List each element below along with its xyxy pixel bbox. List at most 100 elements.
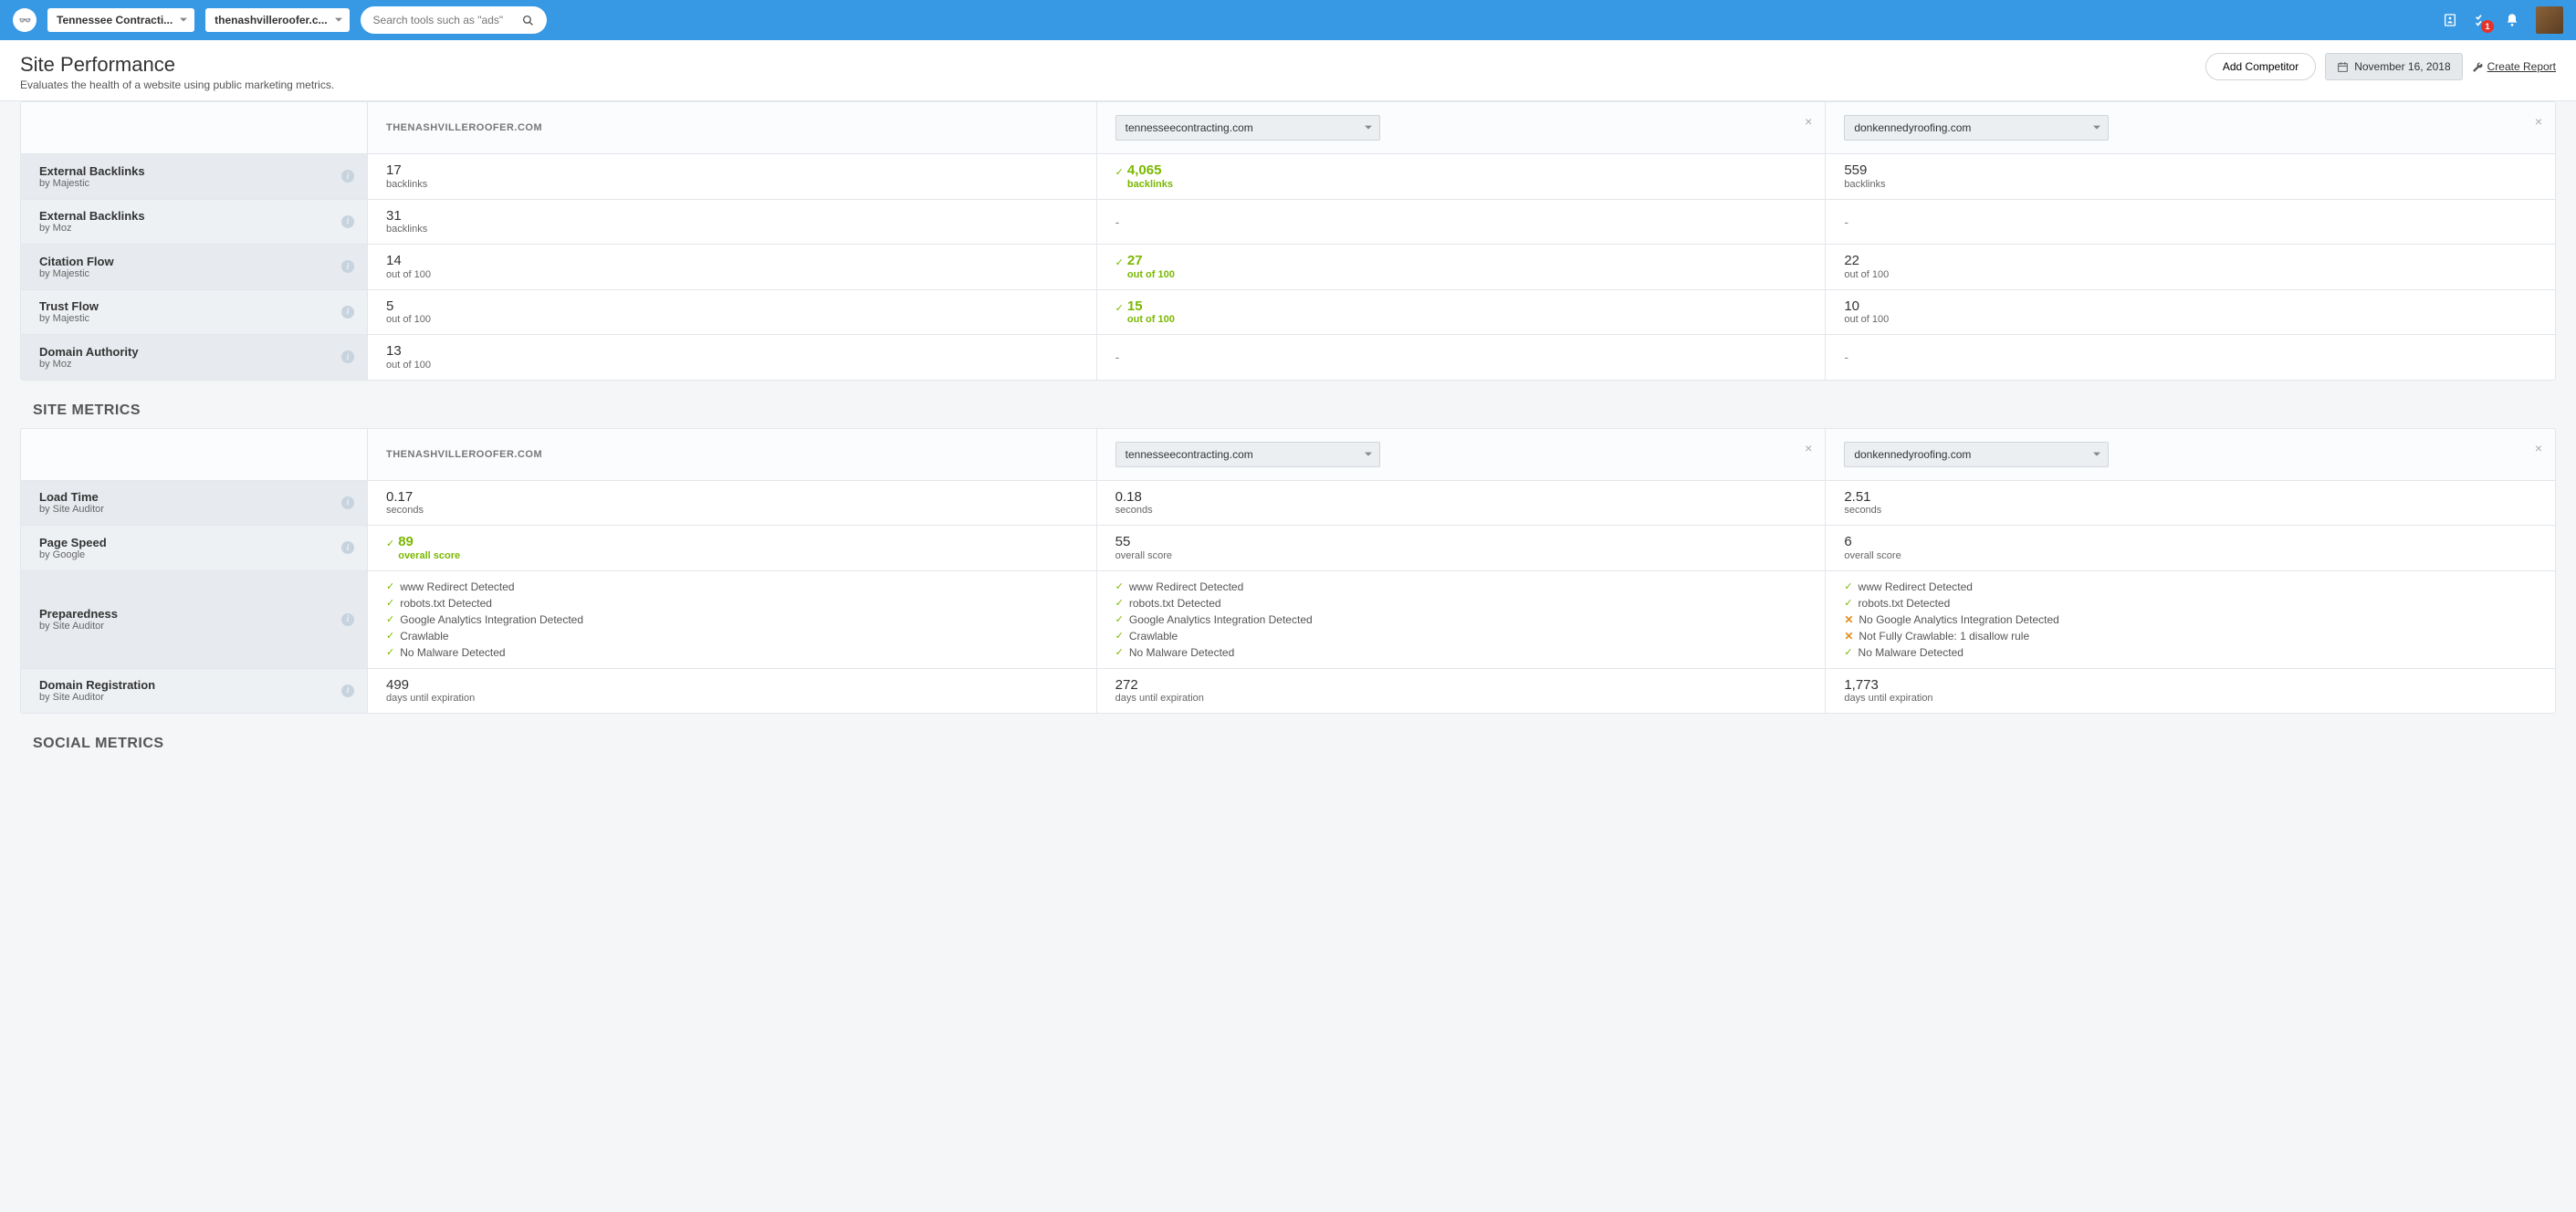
metric-comp2: - [1826, 199, 2555, 245]
metric-own: 14out of 100 [368, 244, 1097, 289]
metric-comp1: 55overall score [1097, 525, 1827, 570]
metric-label: Preparedness by Site Auditor i [21, 570, 368, 668]
prep-item: ✓Google Analytics Integration Detected [1115, 613, 1807, 626]
page-header: Site Performance Evaluates the health of… [0, 40, 2576, 101]
metric-comp2: 2.51seconds [1826, 480, 2555, 526]
metric-label: External Backlinks by Majestic i [21, 153, 368, 199]
metric-comp1: 0.18seconds [1097, 480, 1827, 526]
info-icon[interactable]: i [341, 306, 354, 319]
create-report-link[interactable]: Create Report [2472, 60, 2556, 73]
prep-item: ✓Crawlable [1115, 630, 1807, 643]
add-competitor-button[interactable]: Add Competitor [2205, 53, 2316, 80]
metric-label: Page Speed by Google i [21, 525, 368, 570]
info-icon[interactable]: i [341, 613, 354, 626]
metric-own: 5out of 100 [368, 289, 1097, 335]
date-picker[interactable]: November 16, 2018 [2325, 53, 2462, 80]
prep-item: ✓No Malware Detected [1844, 646, 2537, 659]
competitor2-dropdown[interactable]: donkennedyroofing.com [1844, 115, 2109, 141]
metric-comp1: - [1097, 334, 1827, 380]
site-metrics-grid: THENASHVILLEROOFER.COM tennesseecontract… [20, 428, 2556, 715]
calendar-icon [2337, 61, 2349, 73]
search-input[interactable] [373, 6, 515, 34]
search-box[interactable] [361, 6, 547, 34]
prep-item: ✕Not Fully Crawlable: 1 disallow rule [1844, 630, 2537, 643]
metric-comp1: ✓4,065backlinks [1097, 153, 1827, 199]
info-icon[interactable]: i [341, 215, 354, 228]
prep-item: ✓Google Analytics Integration Detected [386, 613, 1078, 626]
seo-metrics-grid: THENASHVILLEROOFER.COM tennesseecontract… [20, 101, 2556, 381]
info-icon[interactable]: i [341, 350, 354, 363]
search-icon [522, 15, 534, 26]
metric-label: Domain Registration by Site Auditor i [21, 668, 368, 714]
contact-icon[interactable] [2443, 13, 2457, 27]
bell-icon[interactable] [2505, 13, 2519, 27]
remove-competitor2-icon[interactable]: × [2535, 115, 2542, 128]
section-title-site-metrics: SITE METRICS [33, 402, 2556, 419]
column-header-comp1: tennesseecontracting.com × [1097, 102, 1827, 153]
metric-comp2: ✓www Redirect Detected✓robots.txt Detect… [1826, 570, 2555, 668]
metric-label: Citation Flow by Majestic i [21, 244, 368, 289]
info-icon[interactable]: i [341, 684, 354, 697]
top-icons: 1 [2443, 6, 2563, 34]
page-subtitle: Evaluates the health of a website using … [20, 78, 334, 91]
site-dropdown[interactable]: thenashvilleroofer.c... [205, 8, 349, 32]
prep-item: ✓robots.txt Detected [386, 597, 1078, 610]
wrench-icon [2472, 61, 2484, 73]
client-dropdown-label: Tennessee Contracti... [57, 14, 173, 26]
prep-item: ✕No Google Analytics Integration Detecte… [1844, 613, 2537, 626]
column-header-comp2: donkennedyroofing.com × [1826, 429, 2555, 480]
metric-comp1: ✓www Redirect Detected ✓robots.txt Detect… [1097, 570, 1827, 668]
remove-competitor2-icon[interactable]: × [2535, 442, 2542, 454]
notification-badge: 1 [2481, 20, 2494, 33]
competitor1-dropdown[interactable]: tennesseecontracting.com [1115, 442, 1380, 467]
metric-label: Domain Authority by Moz i [21, 334, 368, 380]
metric-comp2: 10out of 100 [1826, 289, 2555, 335]
metric-comp1: ✓27out of 100 [1097, 244, 1827, 289]
metric-comp2: 559backlinks [1826, 153, 2555, 199]
date-label: November 16, 2018 [2354, 60, 2450, 73]
info-icon[interactable]: i [341, 541, 354, 554]
metric-comp2: 1,773days until expiration [1826, 668, 2555, 714]
competitor2-dropdown[interactable]: donkennedyroofing.com [1844, 442, 2109, 467]
prep-item: ✓No Malware Detected [1115, 646, 1807, 659]
metric-comp2: 6overall score [1826, 525, 2555, 570]
column-header-own: THENASHVILLEROOFER.COM [368, 102, 1097, 153]
info-icon[interactable]: i [341, 496, 354, 509]
remove-competitor1-icon[interactable]: × [1805, 442, 1812, 454]
metric-comp1: ✓15out of 100 [1097, 289, 1827, 335]
column-header-own: THENASHVILLEROOFER.COM [368, 429, 1097, 480]
site-dropdown-label: thenashvilleroofer.c... [215, 14, 327, 26]
metric-own: 17backlinks [368, 153, 1097, 199]
prep-item: ✓Crawlable [386, 630, 1078, 643]
logo-icon[interactable]: 👓 [13, 8, 37, 32]
prep-item: ✓www Redirect Detected [1115, 580, 1807, 593]
header-blank [21, 429, 368, 480]
client-dropdown[interactable]: Tennessee Contracti... [47, 8, 194, 32]
column-header-comp2: donkennedyroofing.com × [1826, 102, 2555, 153]
prep-item: ✓robots.txt Detected [1844, 597, 2537, 610]
info-icon[interactable]: i [341, 170, 354, 183]
metric-comp2: - [1826, 334, 2555, 380]
metric-label: Trust Flow by Majestic i [21, 289, 368, 335]
competitor1-dropdown[interactable]: tennesseecontracting.com [1115, 115, 1380, 141]
metric-own: 0.17seconds [368, 480, 1097, 526]
column-header-comp1: tennesseecontracting.com × [1097, 429, 1827, 480]
metric-comp2: 22out of 100 [1826, 244, 2555, 289]
metric-label: External Backlinks by Moz i [21, 199, 368, 245]
page-title: Site Performance [20, 53, 334, 77]
user-avatar[interactable] [2536, 6, 2563, 34]
metric-own: 13out of 100 [368, 334, 1097, 380]
remove-competitor1-icon[interactable]: × [1805, 115, 1812, 128]
prep-item: ✓www Redirect Detected [386, 580, 1078, 593]
metric-comp1: - [1097, 199, 1827, 245]
metric-own: 499days until expiration [368, 668, 1097, 714]
prep-item: ✓No Malware Detected [386, 646, 1078, 659]
metric-label: Load Time by Site Auditor i [21, 480, 368, 526]
info-icon[interactable]: i [341, 260, 354, 273]
metric-own: ✓www Redirect Detected ✓robots.txt Detect… [368, 570, 1097, 668]
tasks-icon[interactable]: 1 [2474, 13, 2488, 27]
header-blank [21, 102, 368, 153]
metric-own: 31backlinks [368, 199, 1097, 245]
prep-item: ✓robots.txt Detected [1115, 597, 1807, 610]
section-title-social: SOCIAL METRICS [33, 736, 2556, 752]
